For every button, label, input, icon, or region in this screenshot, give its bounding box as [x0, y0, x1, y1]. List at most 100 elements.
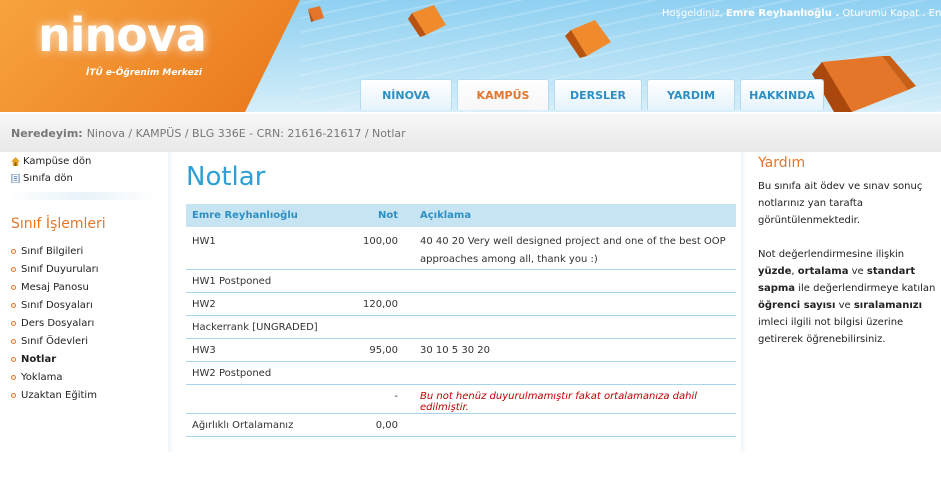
logo-subtitle: İTÜ e-Öğrenim Merkezi: [86, 68, 202, 78]
decorative-arrow-icon: [565, 20, 611, 58]
breadcrumb-path[interactable]: Ninova / KAMPÜS / BLG 336E - CRN: 21616-…: [87, 127, 406, 140]
back-to-class-label: Sınıfa dön: [23, 173, 73, 184]
column-header-description: Açıklama: [404, 204, 736, 227]
bullet-icon: [11, 338, 16, 344]
tab-kampus[interactable]: KAMPÜS: [457, 79, 549, 110]
cell-grade[interactable]: [356, 315, 404, 339]
cell-grade[interactable]: [356, 361, 404, 385]
bullet-icon: [11, 302, 16, 308]
cell-assignment: HW3: [186, 338, 356, 362]
cell-grade[interactable]: 120,00: [356, 292, 404, 316]
tab-dersler[interactable]: DERSLER: [554, 79, 642, 110]
page-root: ninova İTÜ e-Öğrenim Merkezi Hoşgeldiniz…: [0, 0, 941, 481]
help-text-bold: ortalama: [797, 266, 849, 277]
average-note: Bu not henüz duyurulmamıştır fakat ortal…: [404, 384, 736, 414]
sidebar-item-sinif-bilgileri[interactable]: Sınıf Bilgileri: [11, 242, 98, 260]
sidebar-item-label: Notlar: [21, 353, 57, 365]
help-text-bold: sıralamanızı: [853, 300, 923, 311]
back-to-campus-link[interactable]: Kampüse dön: [11, 156, 91, 167]
grades-table-header: Emre Reyhanlıoğlu Not Açıklama: [186, 204, 736, 227]
sidebar-item-notlar[interactable]: Notlar: [11, 350, 98, 368]
sidebar-item-label: Yoklama: [21, 371, 63, 383]
help-title: Yardım: [758, 155, 806, 171]
welcome-text: Hoşgeldiniz,: [662, 8, 723, 19]
cell-grade[interactable]: 95,00: [356, 338, 404, 362]
sidebar-divider: [8, 192, 158, 200]
table-row[interactable]: Hackerrank [UNGRADED]: [186, 315, 736, 339]
sidebar-item-sinif-duyurulari[interactable]: Sınıf Duyuruları: [11, 260, 98, 278]
sidebar-item-mesaj-panosu[interactable]: Mesaj Panosu: [11, 278, 98, 296]
help-paragraph: Not değerlendirmesine ilişkin yüzde, ort…: [758, 246, 941, 348]
table-row[interactable]: HW1 Postponed: [186, 269, 736, 293]
help-text-bold: yüzde: [758, 266, 792, 277]
cell-description: 30 10 5 30 20: [404, 338, 736, 362]
help-text-bold: öğrenci sayısı: [758, 300, 836, 311]
cell-grade: -: [356, 384, 404, 414]
table-row: - Bu not henüz duyurulmamıştır fakat ort…: [186, 384, 736, 414]
sidebar-section-title: Sınıf İşlemleri: [11, 216, 106, 232]
sidebar-item-sinif-odevleri[interactable]: Sınıf Ödevleri: [11, 332, 98, 350]
table-row[interactable]: HW2 120,00: [186, 292, 736, 316]
tab-hakkinda[interactable]: HAKKINDA: [740, 79, 824, 110]
cell-assignment: HW2: [186, 292, 356, 316]
cell-description: 40 40 20 Very well designed project and …: [404, 227, 736, 270]
welcome-bar: Hoşgeldiniz, Emre Reyhanlıoğlu . Oturumu…: [662, 8, 941, 19]
home-icon: [11, 157, 20, 166]
help-text: Bu sınıfa ait ödev ve sınav sonuç notlar…: [758, 178, 941, 348]
grades-table: Emre Reyhanlıoğlu Not Açıklama HW1 100,0…: [186, 204, 736, 437]
decorative-arrow-icon: [812, 56, 916, 112]
sidebar-item-label: Ders Dosyaları: [21, 317, 95, 329]
bullet-icon: [11, 248, 16, 254]
help-text-part: ve: [848, 266, 867, 277]
column-header-student: Emre Reyhanlıoğlu: [186, 204, 356, 227]
cell-description: [404, 315, 736, 339]
main-nav-tabs: NİNOVA KAMPÜS DERSLER YARDIM HAKKINDA: [360, 79, 824, 110]
help-text-part: ile değerlendirmeye katılan: [795, 283, 936, 294]
cell-description: [404, 413, 736, 437]
column-header-grade: Not: [356, 204, 404, 227]
class-actions-menu: Sınıf Bilgileri Sınıf Duyuruları Mesaj P…: [11, 242, 98, 404]
sidebar-item-label: Sınıf Duyuruları: [21, 263, 99, 275]
table-row[interactable]: HW3 95,00 30 10 5 30 20: [186, 338, 736, 362]
breadcrumb-label: Neredeyim:: [11, 127, 83, 140]
ninova-logo[interactable]: ninova: [38, 8, 207, 62]
help-paragraph: Bu sınıfa ait ödev ve sınav sonuç notlar…: [758, 181, 923, 226]
page-title: Notlar: [186, 162, 266, 192]
left-sidebar: Kampüse dön Sınıfa dön Sınıf İşlemleri S…: [0, 152, 168, 481]
cell-assignment: HW1: [186, 227, 356, 270]
sidebar-item-sinif-dosyalari[interactable]: Sınıf Dosyaları: [11, 296, 98, 314]
sidebar-item-label: Sınıf Bilgileri: [21, 245, 84, 257]
sidebar-item-label: Sınıf Ödevleri: [21, 335, 89, 347]
sidebar-item-yoklama[interactable]: Yoklama: [11, 368, 98, 386]
help-text-part: imleci ilgili not bilgisi üzerine getire…: [758, 317, 904, 345]
cell-assignment: Hackerrank [UNGRADED]: [186, 315, 356, 339]
bullet-icon: [11, 284, 16, 290]
back-to-class-link[interactable]: Sınıfa dön: [11, 173, 73, 184]
sidebar-item-label: Uzaktan Eğitim: [21, 389, 97, 401]
decorative-arrow-icon: [308, 6, 324, 22]
cell-description: [404, 361, 736, 385]
user-name[interactable]: Emre Reyhanlıoğlu .: [726, 8, 839, 19]
tab-ninova[interactable]: NİNOVA: [360, 79, 452, 110]
column-divider: [168, 152, 174, 452]
help-text-part: Not değerlendirmesine ilişkin: [758, 249, 905, 260]
back-to-campus-label: Kampüse dön: [23, 156, 92, 167]
cell-grade[interactable]: 100,00: [356, 227, 404, 270]
sidebar-item-uzaktan-egitim[interactable]: Uzaktan Eğitim: [11, 386, 98, 404]
bullet-icon: [11, 266, 16, 272]
cell-average-label: Ağırlıklı Ortalamanız: [186, 413, 356, 437]
table-row[interactable]: HW2 Postponed: [186, 361, 736, 385]
sidebar-item-ders-dosyalari[interactable]: Ders Dosyaları: [11, 314, 98, 332]
cell-assignment: HW1 Postponed: [186, 269, 356, 293]
sidebar-item-label: Mesaj Panosu: [21, 281, 89, 293]
cell-description: [404, 292, 736, 316]
cell-grade[interactable]: [356, 269, 404, 293]
decorative-arrow-icon: [408, 5, 446, 37]
tab-yardim[interactable]: YARDIM: [647, 79, 735, 110]
language-link[interactable]: En: [929, 8, 941, 19]
logout-link[interactable]: Oturumu Kapat .: [842, 8, 925, 19]
sidebar-item-label: Sınıf Dosyaları: [21, 299, 93, 311]
table-row[interactable]: HW1 100,00 40 40 20 Very well designed p…: [186, 227, 736, 270]
bullet-icon: [11, 320, 16, 326]
help-text-part: ve: [835, 300, 854, 311]
